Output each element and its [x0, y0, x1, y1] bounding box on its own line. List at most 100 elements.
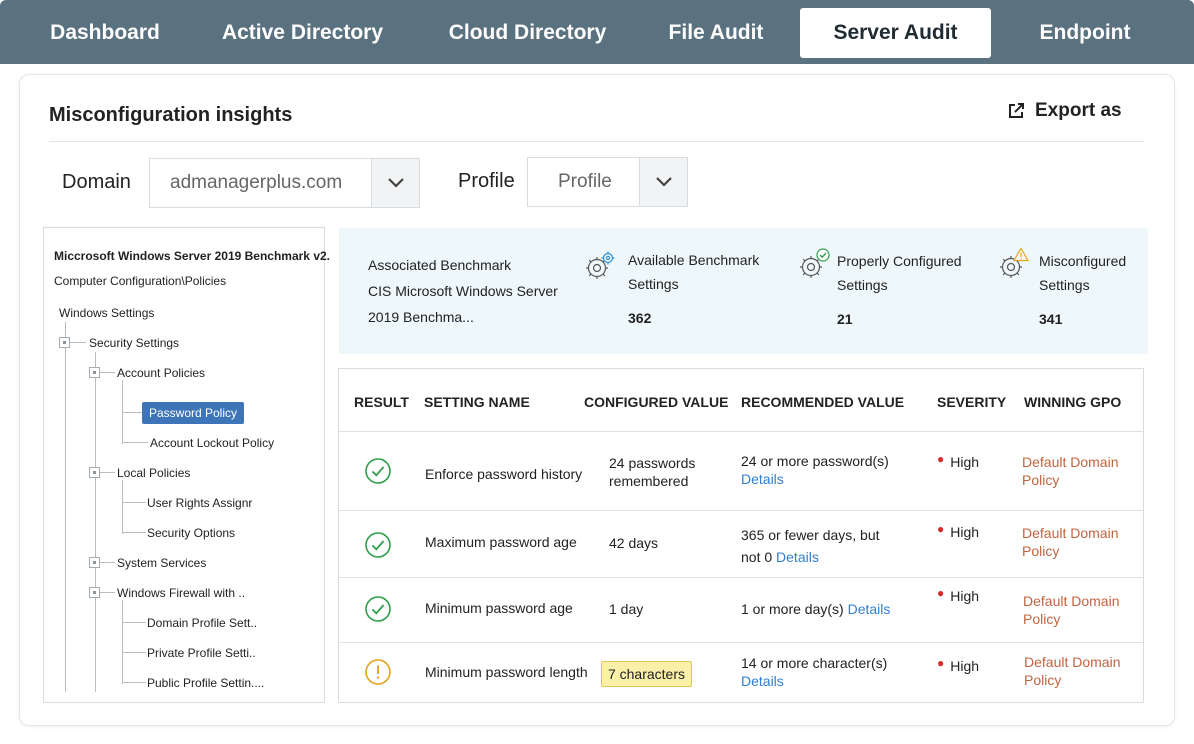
tree-expand-icon[interactable] [89, 557, 100, 568]
tree-line [122, 682, 146, 683]
associated-benchmark-label: Associated Benchmark [368, 257, 512, 273]
tree-node-password-policy[interactable]: Password Policy [142, 402, 244, 424]
tree-line [122, 652, 146, 653]
tree-node-public-profile[interactable]: Public Profile Settin.... [147, 676, 264, 690]
column-header-result[interactable]: RESULT [354, 394, 409, 410]
winning-gpo-link[interactable]: Default Domain [1023, 592, 1120, 610]
gear-settings-icon [586, 251, 615, 279]
winning-gpo-link-cont[interactable]: Policy [1022, 542, 1059, 560]
tree-expand-icon[interactable] [89, 587, 100, 598]
chevron-down-icon[interactable] [371, 159, 419, 207]
tree-node-account-policies[interactable]: Account Policies [117, 366, 205, 380]
tree-line [122, 502, 146, 503]
column-header-winning-gpo[interactable]: WINNING GPO [1024, 394, 1121, 410]
severity-dot-icon: ● [937, 586, 945, 600]
row-divider [339, 510, 1144, 511]
check-circle-icon [365, 532, 391, 558]
severity-label: High [950, 588, 980, 604]
recommended-value-cont: not 0 Details [741, 548, 819, 566]
check-circle-icon [365, 458, 391, 484]
tree-line [122, 412, 142, 413]
recommended-value: 24 or more password(s) [741, 453, 889, 469]
configured-value-cont: remembered [609, 473, 689, 489]
tab-active-directory[interactable]: Active Directory [200, 8, 405, 58]
tree-line [122, 622, 146, 623]
tree-line [100, 562, 115, 563]
tree-expand-icon[interactable] [89, 367, 100, 378]
tab-file-audit[interactable]: File Audit [648, 8, 784, 58]
tab-cloud-directory[interactable]: Cloud Directory [430, 8, 625, 58]
details-link[interactable]: Details [741, 470, 784, 488]
tab-dashboard[interactable]: Dashboard [30, 8, 180, 58]
available-settings-label: Available Benchmark [628, 252, 760, 268]
tree-node-security-options[interactable]: Security Options [147, 526, 235, 540]
column-header-setting-name[interactable]: SETTING NAME [424, 394, 530, 410]
recommended-value-text: not 0 [741, 549, 773, 565]
setting-name: Enforce password history [425, 466, 583, 482]
tree-node-local-policies[interactable]: Local Policies [117, 466, 190, 480]
tree-line [70, 342, 86, 343]
misconfigured-settings-label: Misconfigured [1039, 253, 1127, 269]
tab-endpoint[interactable]: Endpoint [1020, 8, 1150, 58]
tree-line [122, 532, 146, 533]
winning-gpo-link[interactable]: Default Domain [1024, 653, 1121, 671]
tree-node-user-rights[interactable]: User Rights Assignr [147, 496, 252, 510]
severity: ● High [937, 522, 979, 540]
associated-benchmark-value-cont: 2019 Benchma... [368, 309, 474, 325]
proper-settings-label: Properly Configured [837, 253, 962, 269]
severity: ● High [937, 452, 979, 470]
tree-line [100, 592, 115, 593]
tree-node-security-settings[interactable]: Security Settings [89, 336, 179, 350]
tree-line [95, 352, 96, 692]
winning-gpo-link[interactable]: Default Domain [1022, 453, 1119, 471]
chevron-down-icon[interactable] [639, 158, 687, 206]
tree-node-system-services[interactable]: System Services [117, 556, 206, 570]
tree-expand-icon[interactable] [89, 467, 100, 478]
tree-line [65, 322, 66, 692]
winning-gpo-link-cont[interactable]: Policy [1023, 610, 1060, 628]
winning-gpo-link-cont[interactable]: Policy [1022, 471, 1059, 489]
column-header-recommended-value[interactable]: RECOMMENDED VALUE [741, 394, 904, 410]
details-link[interactable]: Details [741, 672, 784, 690]
tree-node-private-profile[interactable]: Private Profile Setti.. [147, 646, 256, 660]
gear-check-icon [800, 248, 830, 278]
tree-node-windows-firewall[interactable]: Windows Firewall with .. [117, 586, 245, 600]
tree-line [100, 472, 115, 473]
column-header-severity[interactable]: SEVERITY [937, 394, 1006, 410]
recommended-value: 1 or more day(s) Details [741, 600, 890, 618]
export-button[interactable]: Export as [1006, 98, 1122, 124]
tab-server-audit[interactable]: Server Audit [800, 8, 991, 58]
domain-select[interactable]: admanagerplus.com [149, 158, 420, 208]
tree-node-domain-profile[interactable]: Domain Profile Sett.. [147, 616, 257, 630]
tree-node-windows-settings[interactable]: Windows Settings [59, 306, 154, 320]
tree-node-account-lockout[interactable]: Account Lockout Policy [150, 436, 274, 450]
external-link-icon [1009, 103, 1024, 118]
configured-value: 24 passwords [609, 455, 696, 471]
tree-expand-icon[interactable] [59, 337, 70, 348]
configured-value: 42 days [609, 535, 659, 551]
severity: ● High [937, 656, 980, 674]
winning-gpo-link[interactable]: Default Domain [1022, 524, 1119, 542]
recommended-value: 365 or fewer days, but [741, 527, 880, 543]
details-link[interactable]: Details [776, 549, 819, 565]
profile-label: Profile [458, 170, 515, 192]
gear-warning-icon [1000, 247, 1030, 278]
severity-label: High [950, 658, 980, 674]
recommended-value-text: 1 or more day(s) [741, 601, 844, 617]
available-settings-label-cont: Settings [628, 276, 679, 292]
top-navigation: Dashboard Active Directory Cloud Directo… [0, 0, 1194, 64]
tree-line [122, 480, 123, 534]
tree-header: Miccrosoft Windows Server 2019 Benchmark… [54, 249, 330, 263]
column-header-configured-value[interactable]: CONFIGURED VALUE [584, 394, 728, 410]
row-divider [339, 431, 1144, 432]
available-settings-count: 362 [628, 310, 652, 326]
exclamation-circle-icon [365, 659, 391, 685]
details-link[interactable]: Details [848, 601, 891, 617]
proper-settings-count: 21 [837, 311, 853, 327]
severity: ● High [937, 586, 980, 604]
configured-value-badge: 7 characters [601, 661, 692, 687]
policy-tree [43, 227, 325, 703]
profile-select[interactable]: Profile [527, 157, 688, 207]
row-divider [339, 642, 1144, 643]
winning-gpo-link-cont[interactable]: Policy [1024, 671, 1061, 689]
